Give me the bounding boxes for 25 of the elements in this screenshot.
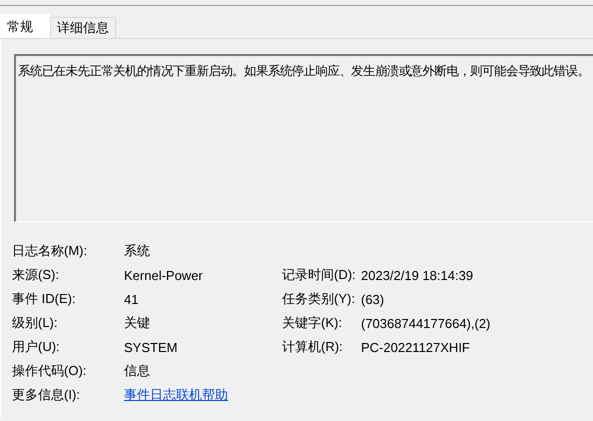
field-label: 级别(L):	[12, 314, 58, 332]
field-label: 关键字(K):	[282, 314, 343, 332]
field-value: (63)	[361, 292, 386, 306]
field-value: SYSTEM	[124, 340, 178, 354]
field-label: 操作代码(O):	[12, 362, 88, 380]
field-label: 来源(S):	[12, 266, 60, 284]
field-label: 记录时间(D):	[282, 266, 357, 284]
field-value: 2023/2/19 18:14:39	[361, 268, 474, 282]
tab[interactable]: 详细信息	[50, 17, 116, 38]
tab[interactable]: 常规	[0, 14, 50, 38]
field-label: 事件 ID(E):	[12, 290, 77, 308]
field-value: 关键	[124, 314, 151, 332]
field-value: 信息	[124, 362, 151, 380]
field-value: Kernel-Power	[124, 268, 204, 282]
help-link[interactable]: 事件日志联机帮助	[124, 387, 228, 402]
field-label: 日志名称(M):	[12, 242, 88, 260]
field-label: 计算机(R):	[282, 338, 344, 356]
description-text: 系统已在未先正常关机的情况下重新启动。如果系统停止响应、发生崩溃或意外断电，则可能会导致此错误。	[18, 64, 590, 78]
field-label: 更多信息(I):	[12, 386, 81, 404]
field-label: 用户(U):	[12, 338, 61, 356]
field-value: 41	[124, 292, 140, 306]
field-label: 任务类别(Y):	[282, 290, 356, 308]
field-value: PC-20221127XHIF	[361, 340, 471, 354]
field-value: (70368744177664),(2)	[361, 316, 492, 330]
field-value: 系统	[124, 242, 151, 260]
